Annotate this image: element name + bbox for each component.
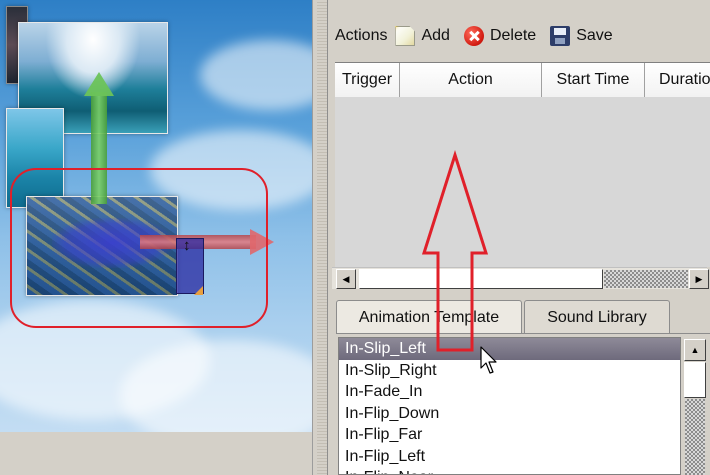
library-tabs: Animation Template Sound Library <box>336 300 670 334</box>
table-header: Trigger Action Start Time Duratio <box>335 63 710 97</box>
save-label: Save <box>576 27 613 44</box>
scrollbar-track[interactable] <box>685 399 705 475</box>
actions-table: Trigger Action Start Time Duratio <box>335 62 710 296</box>
delete-icon <box>463 26 484 46</box>
column-header-trigger[interactable]: Trigger <box>335 63 400 97</box>
column-header-duration[interactable]: Duratio <box>645 63 710 97</box>
list-item[interactable]: In-Flip_Left <box>339 446 680 468</box>
horizontal-scrollbar[interactable]: ◀ ▶ <box>332 267 709 289</box>
scroll-up-button[interactable]: ▲ <box>684 339 706 361</box>
column-header-action[interactable]: Action <box>400 63 542 97</box>
list-item[interactable]: In-Flip_Far <box>339 424 680 446</box>
scroll-right-button[interactable]: ▶ <box>689 269 709 289</box>
splitter-grip[interactable] <box>317 0 327 475</box>
scrollbar-thumb[interactable] <box>359 269 603 289</box>
cloud <box>200 40 312 110</box>
move-y-arrow-icon[interactable] <box>84 72 114 96</box>
vertical-scrollbar[interactable]: ▲ <box>681 337 710 475</box>
canvas-footer <box>0 432 312 475</box>
delete-label: Delete <box>489 27 537 44</box>
save-disk-icon <box>550 26 571 46</box>
list-item[interactable]: In-Flip_Down <box>339 403 680 425</box>
list-item[interactable]: In-Slip_Left <box>339 338 680 360</box>
new-page-icon <box>395 26 416 46</box>
toolbar-title: Actions <box>335 27 388 44</box>
tab-divider <box>336 333 710 334</box>
list-item[interactable]: In-Fade_In <box>339 381 680 403</box>
animation-template-list[interactable]: In-Slip_Left In-Slip_Right In-Fade_In In… <box>338 337 681 475</box>
save-button[interactable]: Save <box>550 26 613 46</box>
scene-canvas[interactable]: ↕ <box>0 0 312 432</box>
list-item[interactable]: In-Slip_Right <box>339 360 680 382</box>
actions-panel: Actions Add Delete Save Trigger Action S… <box>332 0 710 475</box>
selection-highlight-annotation <box>10 168 268 328</box>
table-body[interactable] <box>335 97 710 267</box>
actions-toolbar: Actions Add Delete Save <box>332 18 710 54</box>
tab-animation-template[interactable]: Animation Template <box>336 300 522 334</box>
add-label: Add <box>421 27 450 44</box>
scrollbar-thumb[interactable] <box>684 362 706 398</box>
scrollbar-track[interactable] <box>604 270 688 288</box>
scroll-left-button[interactable]: ◀ <box>336 269 356 289</box>
list-item[interactable]: In-Flip_Near <box>339 467 680 474</box>
delete-button[interactable]: Delete <box>463 26 537 46</box>
tab-sound-library[interactable]: Sound Library <box>524 300 670 334</box>
add-button[interactable]: Add <box>395 26 450 46</box>
column-header-start-time[interactable]: Start Time <box>542 63 645 97</box>
